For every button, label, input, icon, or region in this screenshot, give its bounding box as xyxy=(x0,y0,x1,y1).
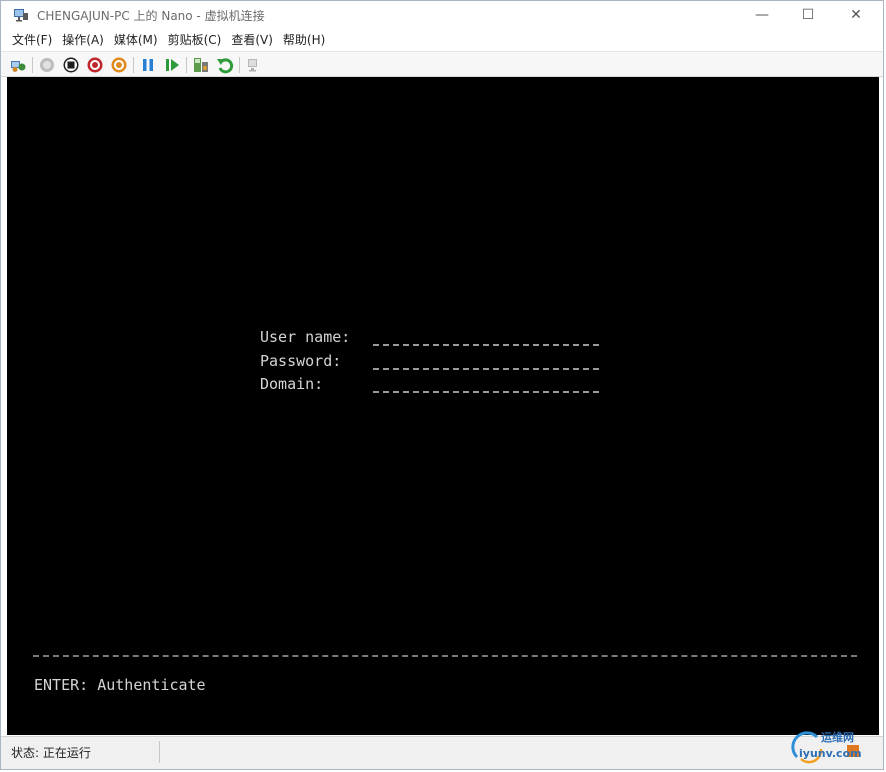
menu-action[interactable]: 操作(A) xyxy=(57,29,109,51)
vm-connection-icon xyxy=(14,9,28,22)
password-label: Password: xyxy=(260,352,342,370)
title-bar: CHENGAJUN-PC 上的 Nano - 虚拟机连接 — ☐ ✕ xyxy=(1,1,883,29)
turn-off-icon xyxy=(63,57,79,73)
enhanced-session-icon xyxy=(248,59,257,72)
menu-media[interactable]: 媒体(M) xyxy=(109,29,163,51)
console-divider xyxy=(33,655,857,657)
toolbar-separator xyxy=(186,57,187,73)
ctrl-alt-del-icon xyxy=(11,61,26,72)
watermark-top-text: 运维网 xyxy=(821,731,854,744)
ctrl-alt-del-button[interactable] xyxy=(9,56,27,74)
minimize-icon: — xyxy=(755,7,769,23)
toolbar-separator xyxy=(239,57,240,73)
toolbar xyxy=(1,51,883,77)
vm-connection-window: CHENGAJUN-PC 上的 Nano - 虚拟机连接 — ☐ ✕ 文件(F)… xyxy=(0,0,884,770)
menu-bar: 文件(F) 操作(A) 媒体(M) 剪贴板(C) 查看(V) 帮助(H) xyxy=(1,29,883,51)
save-icon xyxy=(111,57,127,73)
save-button[interactable] xyxy=(110,56,128,74)
enter-authenticate-hint: ENTER: Authenticate xyxy=(34,676,206,694)
username-field[interactable] xyxy=(373,344,599,346)
password-field[interactable] xyxy=(373,368,599,370)
maximize-button[interactable]: ☐ xyxy=(785,1,831,29)
close-icon: ✕ xyxy=(850,7,862,23)
turn-off-button[interactable] xyxy=(62,56,80,74)
watermark-logo: 运维网 iyunv.com xyxy=(787,727,871,767)
checkpoint-button[interactable] xyxy=(192,56,210,74)
status-text: 状态: 正在运行 xyxy=(11,746,91,760)
status-bar: 状态: 正在运行 xyxy=(1,736,883,769)
domain-field[interactable] xyxy=(373,391,599,393)
menu-help[interactable]: 帮助(H) xyxy=(278,29,330,51)
checkpoint-icon xyxy=(194,58,208,72)
reset-icon xyxy=(166,59,179,71)
watermark-bottom-text: iyunv.com xyxy=(799,747,862,760)
vm-console-screen[interactable]: User name: Password: Domain: ENTER: Auth… xyxy=(7,77,879,735)
start-button[interactable] xyxy=(38,56,56,74)
menu-view[interactable]: 查看(V) xyxy=(226,29,278,51)
pause-icon xyxy=(143,59,153,71)
pause-button[interactable] xyxy=(139,56,157,74)
close-button[interactable]: ✕ xyxy=(833,1,879,29)
minimize-button[interactable]: — xyxy=(739,1,785,29)
start-icon xyxy=(40,58,54,72)
shut-down-icon xyxy=(87,57,103,73)
menu-clipboard[interactable]: 剪贴板(C) xyxy=(163,29,227,51)
status-separator xyxy=(159,741,160,763)
toolbar-separator xyxy=(32,57,33,73)
revert-icon xyxy=(217,58,234,74)
shut-down-button[interactable] xyxy=(86,56,104,74)
window-title: CHENGAJUN-PC 上的 Nano - 虚拟机连接 xyxy=(37,9,265,23)
menu-file[interactable]: 文件(F) xyxy=(7,29,57,51)
revert-button[interactable] xyxy=(216,56,234,74)
reset-button[interactable] xyxy=(163,56,181,74)
toolbar-separator xyxy=(133,57,134,73)
maximize-icon: ☐ xyxy=(801,7,815,23)
domain-label: Domain: xyxy=(260,375,324,393)
username-label: User name: xyxy=(260,328,351,346)
enhanced-session-button[interactable] xyxy=(245,56,263,74)
